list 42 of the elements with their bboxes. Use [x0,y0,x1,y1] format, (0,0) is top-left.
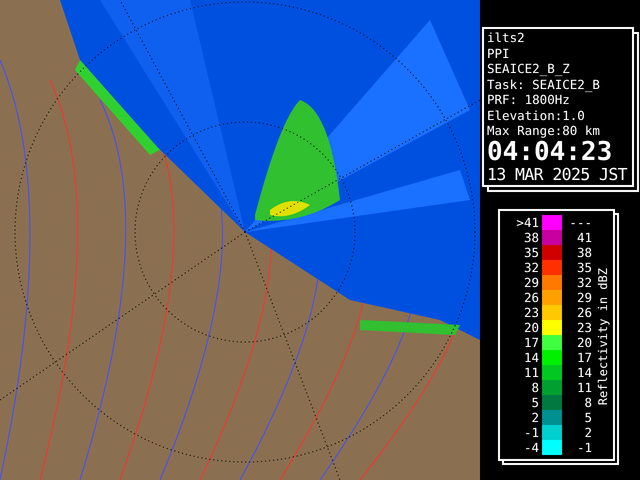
legend-high-value: 5 [583,410,592,424]
legend-high-value: --- [568,214,592,230]
legend-high-value: 35 [576,260,592,274]
info-line: Max Range:80 km [487,123,601,138]
info-line: Elevation:1.0 [487,108,586,123]
legend-high-value: 38 [576,244,592,260]
legend-high-value: 29 [576,290,592,304]
scan-date: 13 MAR 2025 JST [487,164,628,184]
legend-high-value: 17 [576,350,592,364]
legend-low-value: 5 [530,394,540,410]
info-line: Task: SEAICE2_B [487,76,601,92]
legend-low-value: 8 [530,380,540,394]
legend-high-value: 23 [576,320,592,334]
info-line: SEAICE2_B_Z [487,61,571,76]
legend-low-value: 35 [522,244,540,260]
legend-high-value: 2 [583,424,592,440]
legend-low-value: >41 [515,214,540,230]
legend-low-value: 26 [522,290,540,304]
info-line: PPI [487,46,511,61]
info-line: PRF: 1800Hz [487,92,571,108]
legend-high-value: 26 [576,304,592,320]
legend-low-value: 32 [522,260,540,274]
legend-high-value: 32 [576,274,592,290]
info-line: ilts2 [487,30,526,46]
legend-low-value: -1 [522,424,540,440]
legend-high-value: 14 [576,364,592,380]
legend-high-value: 8 [583,394,592,410]
legend-low-value: 23 [522,304,540,320]
legend-high-value: 20 [576,334,592,350]
legend-title: Reflectivity in dBZ [596,268,610,406]
legend-low-value: 17 [522,334,540,350]
legend-low-value: 14 [522,350,540,364]
legend-high-value: -1 [576,440,592,454]
legend-low-value: 11 [522,364,540,380]
legend-low-value: 38 [522,230,540,244]
legend-high-value: 41 [576,230,592,244]
legend-low-value: 20 [522,320,540,334]
legend-high-value: 11 [576,380,592,394]
legend-low-value: 29 [522,274,540,290]
legend-low-value: -4 [522,440,540,454]
legend-low-value: 2 [530,410,540,424]
scan-time: 04:04:23 [487,138,614,164]
